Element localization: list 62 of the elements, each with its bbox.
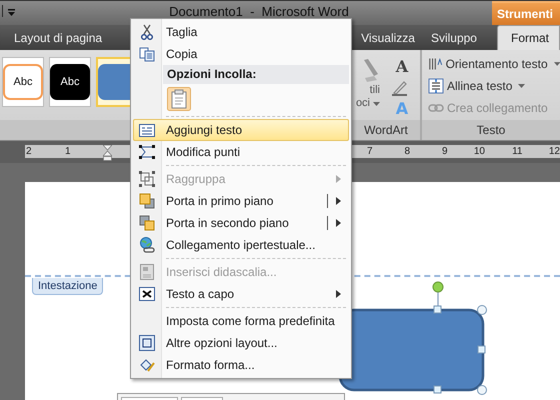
submenu-arrow-icon bbox=[336, 175, 341, 183]
menu-item[interactable]: Porta in secondo piano bbox=[133, 212, 349, 234]
ribbon-tab[interactable]: Visualizza bbox=[353, 31, 423, 50]
copy-icon bbox=[139, 46, 155, 62]
scissors-icon bbox=[141, 24, 153, 40]
indent-marker-icon[interactable] bbox=[103, 144, 112, 160]
ribbon-tab[interactable]: Layout di pagina bbox=[6, 31, 110, 50]
group-label: Testo bbox=[422, 120, 560, 140]
ribbon-button[interactable]: Allinea testo bbox=[428, 77, 560, 95]
ribbon-tab[interactable]: Sviluppo bbox=[422, 31, 485, 50]
ruler-number: 11 bbox=[511, 146, 522, 157]
menu-item[interactable]: Collegamento ipertestuale... bbox=[133, 234, 349, 256]
edit-points-icon bbox=[139, 145, 155, 159]
ribbon-button[interactable]: Orientamento testo bbox=[428, 55, 560, 73]
text-direction-icon bbox=[428, 57, 443, 71]
caption-icon bbox=[140, 264, 154, 280]
ruler-number: 2 bbox=[25, 146, 33, 157]
menu-item[interactable]: Formato forma... bbox=[133, 354, 349, 376]
customize-toolbar-icon[interactable] bbox=[2, 4, 16, 18]
paste-option-button[interactable] bbox=[167, 87, 191, 111]
header-tag: Intestazione bbox=[32, 278, 104, 295]
submenu-arrow-icon bbox=[336, 219, 341, 227]
layout-icon bbox=[139, 335, 155, 351]
format-shape-icon bbox=[139, 357, 155, 373]
group-icon bbox=[139, 171, 155, 187]
ribbon-tab[interactable]: Format bbox=[496, 25, 560, 50]
text-box-icon bbox=[139, 124, 155, 136]
menu-item[interactable]: Altre opzioni layout... bbox=[133, 332, 349, 354]
caret-icon[interactable] bbox=[373, 102, 380, 106]
submenu-arrow-icon bbox=[336, 290, 341, 298]
menu-item[interactable]: Taglia bbox=[133, 21, 349, 43]
shape-style-thumbnail[interactable]: Abc bbox=[49, 57, 91, 107]
globe-link-icon bbox=[139, 237, 155, 253]
quick-styles-label[interactable]: tili bbox=[370, 84, 380, 97]
shape-style-thumbnail[interactable]: Abc bbox=[2, 57, 44, 107]
caret-icon bbox=[518, 84, 526, 88]
window-title: Documento1 - Microsoft Word bbox=[168, 4, 350, 19]
menu-item[interactable]: Imposta come forma predefinita bbox=[133, 305, 349, 332]
caret-icon bbox=[554, 62, 560, 66]
ruler-number: 9 bbox=[440, 146, 448, 157]
align-text-icon bbox=[428, 78, 444, 94]
menu-section-header: Opzioni Incolla: bbox=[163, 65, 349, 84]
menu-item[interactable]: Porta in primo piano bbox=[133, 190, 349, 212]
menu-item[interactable]: Modifica punti bbox=[133, 141, 349, 163]
menu-item[interactable]: Aggiungi testo bbox=[133, 114, 349, 141]
context-tab-title: Strumenti bbox=[492, 1, 560, 25]
ruler-number: 10 bbox=[472, 146, 485, 157]
quick-styles-icon[interactable] bbox=[362, 58, 380, 84]
ruler-number: 1 bbox=[64, 146, 72, 157]
submenu-arrow-icon bbox=[336, 197, 341, 205]
send-backward-icon bbox=[139, 215, 155, 231]
wrap-text-icon bbox=[139, 287, 155, 301]
menu-item[interactable]: Testo a capo bbox=[133, 283, 349, 305]
menu-item[interactable]: Copia bbox=[133, 43, 349, 65]
text-fill-button[interactable]: A bbox=[396, 58, 408, 76]
group-label: WordArt bbox=[352, 120, 420, 140]
ruler-number: 12 bbox=[548, 146, 560, 157]
link-icon bbox=[428, 103, 444, 113]
ruler-number: 7 bbox=[366, 146, 372, 157]
quick-styles-label[interactable]: oci bbox=[356, 97, 370, 110]
ruler-number: 8 bbox=[403, 146, 410, 157]
bring-forward-icon bbox=[139, 193, 155, 209]
